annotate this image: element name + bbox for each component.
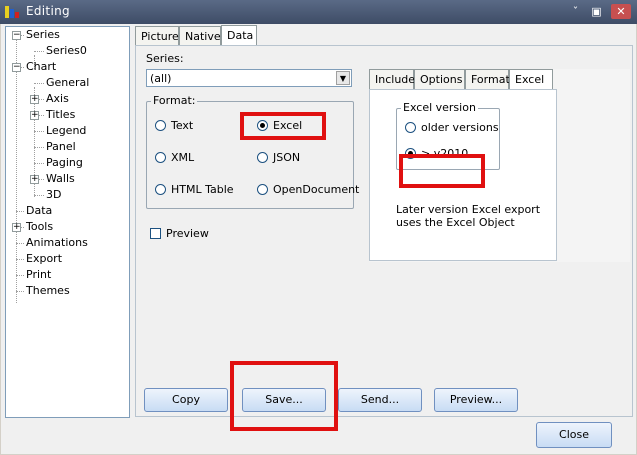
collapse-icon[interactable]: −	[12, 63, 21, 72]
preview-button[interactable]: Preview...	[434, 388, 518, 412]
format-excel-radio[interactable]: Excel	[257, 119, 337, 133]
series-label: Series:	[146, 52, 184, 65]
tab-data[interactable]: Data	[221, 25, 257, 46]
radio-label: OpenDocument	[273, 183, 360, 196]
tree-item-chart[interactable]: Chart	[26, 59, 56, 75]
tree-item-axis[interactable]: Axis	[46, 91, 69, 107]
tree-item-panel[interactable]: Panel	[46, 139, 76, 155]
tree-item-titles[interactable]: Titles	[46, 107, 75, 123]
expand-icon[interactable]: +	[30, 175, 39, 184]
format-json-radio[interactable]: JSON	[257, 151, 337, 165]
tree-item-walls[interactable]: Walls	[46, 171, 75, 187]
series-select-value: (all)	[150, 72, 172, 85]
radio-icon	[155, 120, 166, 131]
export-panel: Picture Native Data Series: (all) ▼ Form…	[133, 25, 633, 431]
tree-item-legend[interactable]: Legend	[46, 123, 86, 139]
window-title: Editing	[26, 4, 70, 18]
tree-item-series0[interactable]: Series0	[46, 43, 87, 59]
radio-label: JSON	[273, 151, 301, 164]
radio-icon	[257, 184, 268, 195]
format-html-table-radio[interactable]: HTML Table	[155, 183, 245, 197]
format-group-label: Format:	[151, 94, 198, 107]
excel-version-group: Excel version older versions > v2010	[396, 101, 500, 170]
tree-item-export[interactable]: Export	[26, 251, 62, 267]
format-opendocument-radio[interactable]: OpenDocument	[257, 183, 359, 197]
close-window-button[interactable]: ✕	[611, 4, 631, 19]
older-versions-radio[interactable]: older versions	[405, 121, 499, 135]
format-group: Format: Text Excel XML JSON HTML Table O…	[146, 94, 359, 209]
tree-item-animations[interactable]: Animations	[26, 235, 88, 251]
copy-button[interactable]: Copy	[144, 388, 228, 412]
excel-version-label: Excel version	[401, 101, 478, 114]
radio-label: XML	[171, 151, 195, 164]
v2010-radio[interactable]: > v2010	[405, 147, 475, 161]
title-bar: Editing ˇ ▣ ✕	[0, 0, 637, 24]
radio-icon	[155, 152, 166, 163]
tree-item-tools[interactable]: Tools	[26, 219, 53, 235]
close-button[interactable]: Close	[536, 422, 612, 448]
tab-native[interactable]: Native	[179, 26, 221, 46]
radio-icon	[155, 184, 166, 195]
expand-icon[interactable]: +	[12, 223, 21, 232]
subtab-format[interactable]: Format	[465, 69, 510, 89]
radio-selected-icon	[405, 148, 416, 159]
data-tab-page: Series: (all) ▼ Format: Text Excel XML J…	[135, 45, 633, 431]
editor-tree[interactable]: − Series Series0 − Chart General + Axis …	[5, 26, 130, 418]
format-text-radio[interactable]: Text	[155, 119, 235, 133]
radio-selected-icon	[257, 120, 268, 131]
options-subpanel: Include Options Format Excel Excel versi…	[369, 69, 630, 262]
radio-icon	[405, 122, 416, 133]
preview-checkbox-label: Preview	[166, 227, 209, 240]
expand-icon[interactable]: +	[30, 95, 39, 104]
excel-subtab-page: Excel version older versions > v2010 Lat…	[369, 89, 557, 261]
format-xml-radio[interactable]: XML	[155, 151, 235, 165]
minimize-button[interactable]: ˇ	[567, 4, 584, 19]
series-select[interactable]: (all) ▼	[146, 69, 352, 87]
radio-label: > v2010	[421, 147, 469, 160]
chevron-down-icon[interactable]: ▼	[336, 71, 350, 85]
excel-note-line1: Later version Excel export	[396, 203, 541, 216]
radio-icon	[257, 152, 268, 163]
subtab-include[interactable]: Include	[369, 69, 415, 89]
send-button[interactable]: Send...	[338, 388, 422, 412]
tab-picture[interactable]: Picture	[135, 26, 179, 46]
subtab-options[interactable]: Options	[414, 69, 465, 89]
expand-icon[interactable]: +	[30, 111, 39, 120]
tree-item-general[interactable]: General	[46, 75, 89, 91]
tree-item-3d[interactable]: 3D	[46, 187, 61, 203]
radio-label: older versions	[421, 121, 499, 134]
radio-label: HTML Table	[171, 183, 234, 196]
tree-item-data[interactable]: Data	[26, 203, 52, 219]
radio-label: Text	[171, 119, 194, 132]
preview-checkbox[interactable]	[150, 228, 161, 239]
tree-item-print[interactable]: Print	[26, 267, 51, 283]
excel-note-line2: uses the Excel Object	[396, 216, 515, 229]
save-button[interactable]: Save...	[242, 388, 326, 412]
subtab-excel[interactable]: Excel	[509, 69, 553, 89]
app-icon	[5, 6, 19, 18]
tree-item-series[interactable]: Series	[26, 27, 60, 43]
tree-item-themes[interactable]: Themes	[26, 283, 70, 299]
radio-label: Excel	[273, 119, 303, 132]
tree-item-paging[interactable]: Paging	[46, 155, 83, 171]
restore-button[interactable]: ▣	[588, 4, 605, 19]
dialog-client: − Series Series0 − Chart General + Axis …	[1, 24, 636, 454]
collapse-icon[interactable]: −	[12, 31, 21, 40]
